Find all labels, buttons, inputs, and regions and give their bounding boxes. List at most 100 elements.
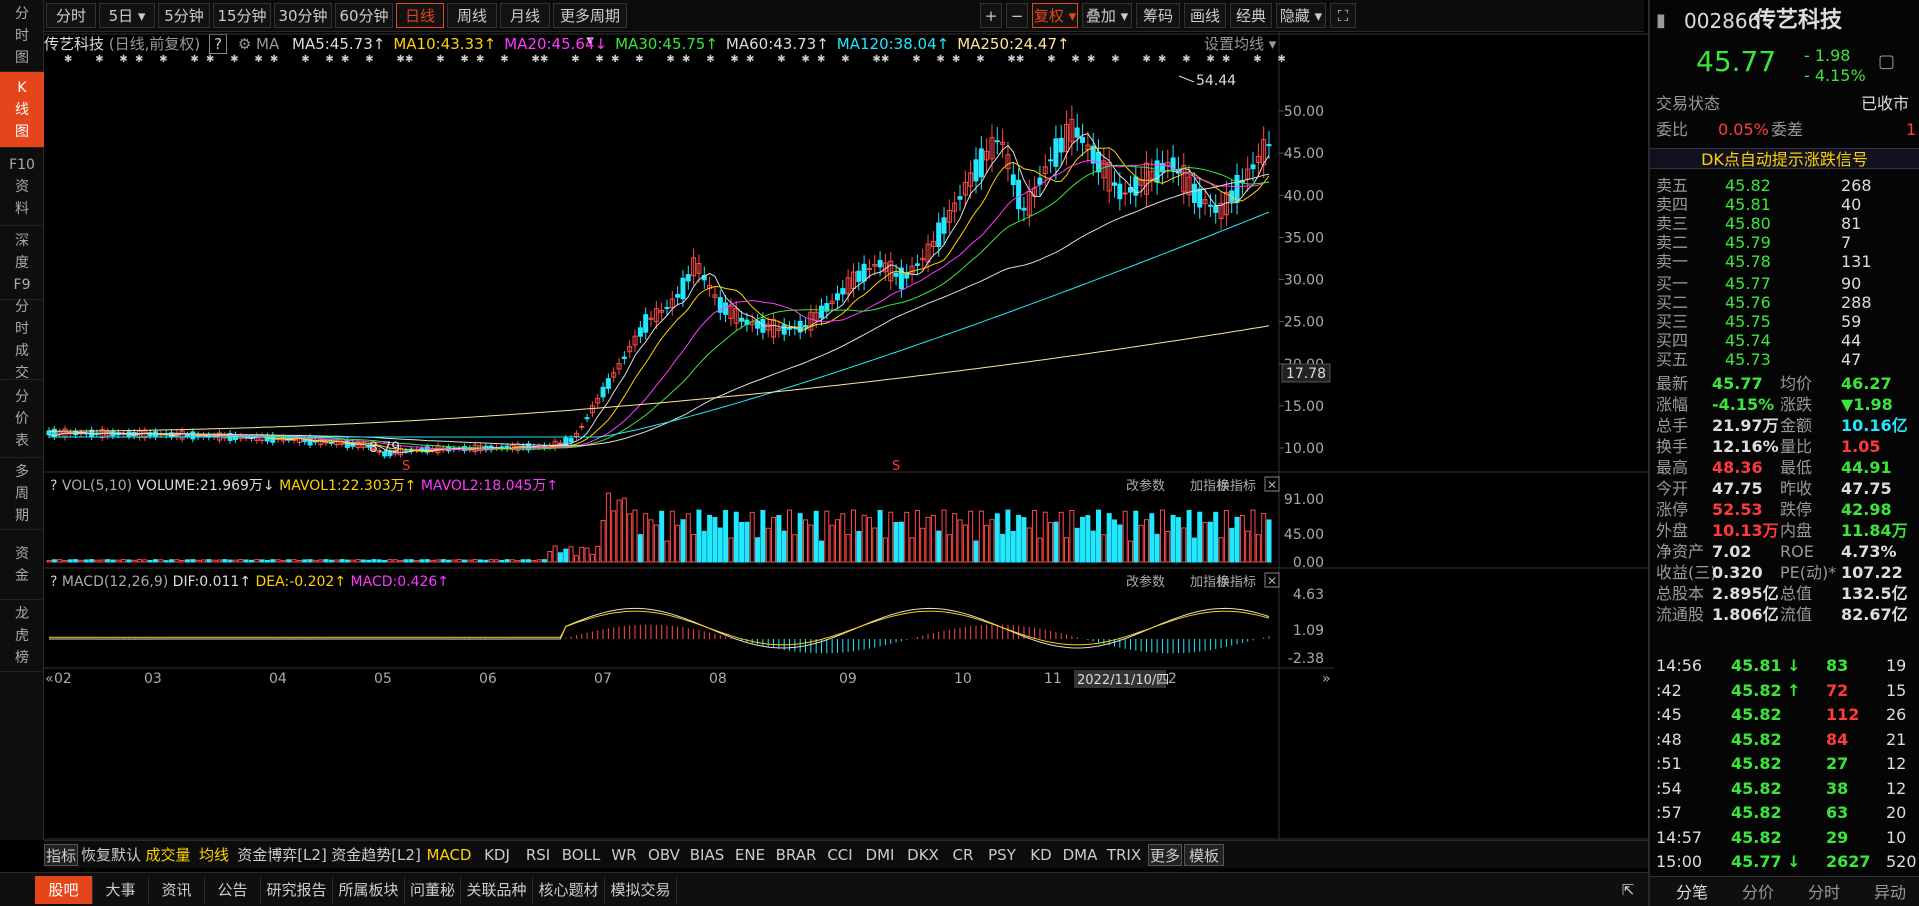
bottom-tab-7[interactable]: 关联品种 [461, 876, 533, 904]
indicator-tab-2[interactable]: 成交量 [144, 844, 192, 866]
bottom-tab-2[interactable]: 资讯 [149, 876, 205, 904]
event-marker[interactable]: ✱ [1016, 54, 1024, 65]
export-icon[interactable]: ⇱ [1613, 876, 1643, 904]
period-tab-9[interactable]: 更多周期 ▾ [553, 3, 627, 49]
period-tab-6[interactable]: 日线 [396, 3, 444, 28]
toolbar-right-7[interactable]: 隐藏 ▾ [1276, 3, 1326, 28]
event-marker[interactable]: ✱ [476, 54, 484, 65]
bottom-tab-6[interactable]: 问董秘 [405, 876, 461, 904]
toolbar-right-5[interactable]: 画线 [1184, 3, 1226, 28]
change-params-button[interactable]: 改参数 [1126, 478, 1165, 494]
nav-item-8[interactable]: 龙虎榜 [0, 600, 44, 672]
event-marker[interactable]: ✱ [952, 54, 960, 65]
nav-item-6[interactable]: 多周期 [0, 458, 44, 530]
event-marker[interactable]: ✱ [500, 54, 508, 65]
event-marker[interactable]: ✱ [1087, 54, 1095, 65]
indicator-tab-13[interactable]: ENE [730, 844, 770, 866]
bottom-tab-3[interactable]: 公告 [205, 876, 261, 904]
nav-item-4[interactable]: 分时成交 [0, 299, 44, 381]
event-marker[interactable]: ✱ [730, 54, 738, 65]
event-marker[interactable]: ✱ [1182, 54, 1190, 65]
nav-item-2[interactable]: F10 资料 [0, 148, 44, 226]
event-marker[interactable]: ✱ [746, 54, 754, 65]
event-marker[interactable]: ✱ [325, 54, 333, 65]
period-tab-5[interactable]: 60分钟 [335, 3, 393, 28]
event-marker[interactable]: ✱ [531, 54, 539, 65]
menu-icon[interactable]: ▮ [1656, 6, 1666, 36]
indicator-tab-15[interactable]: CCI [822, 844, 858, 866]
indicator-tab-16[interactable]: DMI [860, 844, 900, 866]
quote-tab-2[interactable]: 分时 [1794, 882, 1854, 903]
indicator-tab-6[interactable]: MACD [424, 844, 474, 866]
indicator-tab-9[interactable]: BOLL [558, 844, 604, 866]
kline-chart-area[interactable]: 传艺科技 (日线,前复权) ? ⚙ MA MA5:45.73↑ MA10:43.3… [44, 32, 1649, 840]
event-marker[interactable]: ✱ [341, 54, 349, 65]
event-marker[interactable]: ✱ [230, 54, 238, 65]
indicator-tab-8[interactable]: RSI [520, 844, 556, 866]
event-marker[interactable]: ✱ [254, 54, 262, 65]
change-params-button[interactable]: 改参数 [1126, 574, 1165, 590]
event-marker[interactable]: ✱ [206, 54, 214, 65]
toolbar-right-8[interactable]: ⛶ [1330, 3, 1356, 28]
indicator-tab-22[interactable]: TRIX [1102, 844, 1146, 866]
bottom-tab-0[interactable]: 股吧 [35, 876, 93, 904]
event-marker[interactable]: ✱ [571, 54, 579, 65]
indicator-tab-20[interactable]: KD [1024, 844, 1058, 866]
event-marker[interactable]: ✱ [666, 54, 674, 65]
bottom-tab-1[interactable]: 大事 [93, 876, 149, 904]
close-panel-icon[interactable]: ✕ [1267, 478, 1277, 492]
period-tab-8[interactable]: 月线 [500, 3, 550, 28]
indicator-tab-18[interactable]: CR [946, 844, 980, 866]
period-tab-0[interactable]: 分时 [46, 3, 96, 28]
event-marker[interactable]: ✱ [635, 54, 643, 65]
event-marker[interactable]: ✱ [1007, 54, 1015, 65]
expand-icon[interactable]: ▢ [1878, 42, 1895, 82]
quote-tab-0[interactable]: 分笔 [1662, 882, 1722, 903]
event-marker[interactable]: ✱ [872, 54, 880, 65]
indicator-tab-12[interactable]: BIAS [686, 844, 728, 866]
indicator-tab-1[interactable]: 恢复默认 [80, 844, 142, 866]
event-marker[interactable]: ✱ [1158, 54, 1166, 65]
indicator-tab-3[interactable]: 均线 [194, 844, 234, 866]
close-panel-icon[interactable]: ✕ [1267, 574, 1277, 588]
event-marker[interactable]: ✱ [405, 54, 413, 65]
event-marker[interactable]: ✱ [190, 54, 198, 65]
event-marker[interactable]: ✱ [1253, 54, 1261, 65]
switch-indicator-button[interactable]: 换指标 [1217, 479, 1256, 494]
signal-banner[interactable]: DK点自动提示涨跌信号 [1650, 148, 1919, 169]
period-tab-2[interactable]: 5分钟 [158, 3, 210, 28]
period-tab-3[interactable]: 15分钟 [213, 3, 271, 28]
toolbar-right-2[interactable]: 复权 ▾ [1032, 3, 1078, 28]
event-marker[interactable]: ✱ [135, 54, 143, 65]
event-marker[interactable]: ✱ [912, 54, 920, 65]
quote-tab-1[interactable]: 分价 [1728, 882, 1788, 903]
event-marker[interactable]: ✱ [159, 54, 167, 65]
toolbar-right-3[interactable]: 叠加 ▾ [1082, 3, 1132, 28]
event-marker[interactable]: ✱ [817, 54, 825, 65]
event-marker[interactable]: ✱ [396, 54, 404, 65]
event-marker[interactable]: ✱ [64, 54, 72, 65]
bottom-tab-4[interactable]: 研究报告 [261, 876, 333, 904]
period-tab-4[interactable]: 30分钟 [274, 3, 332, 28]
event-marker[interactable]: ✱ [270, 54, 278, 65]
event-marker[interactable]: ✱ [1047, 54, 1055, 65]
event-marker[interactable]: ✱ [1206, 54, 1214, 65]
scroll-left-icon[interactable]: « [45, 671, 54, 687]
period-tab-7[interactable]: 周线 [447, 3, 497, 28]
event-marker[interactable]: ✱ [119, 54, 127, 65]
indicator-tab-23[interactable]: 更多 [1148, 844, 1182, 866]
nav-item-1[interactable]: K线图 [0, 72, 44, 148]
event-marker[interactable]: ✱ [801, 54, 809, 65]
event-marker[interactable]: ✱ [706, 54, 714, 65]
event-marker[interactable]: ✱ [841, 54, 849, 65]
event-marker[interactable]: ✱ [95, 54, 103, 65]
indicator-tab-14[interactable]: BRAR [772, 844, 820, 866]
bottom-tab-5[interactable]: 所属板块 [333, 876, 405, 904]
indicator-tab-19[interactable]: PSY [982, 844, 1022, 866]
toolbar-right-1[interactable]: − [1006, 3, 1028, 28]
indicator-tab-10[interactable]: WR [606, 844, 642, 866]
switch-indicator-button[interactable]: 换指标 [1217, 575, 1256, 590]
event-marker[interactable]: ✱ [777, 54, 785, 65]
quote-tab-3[interactable]: 异动 [1860, 882, 1919, 903]
event-marker[interactable]: ✱ [1142, 54, 1150, 65]
